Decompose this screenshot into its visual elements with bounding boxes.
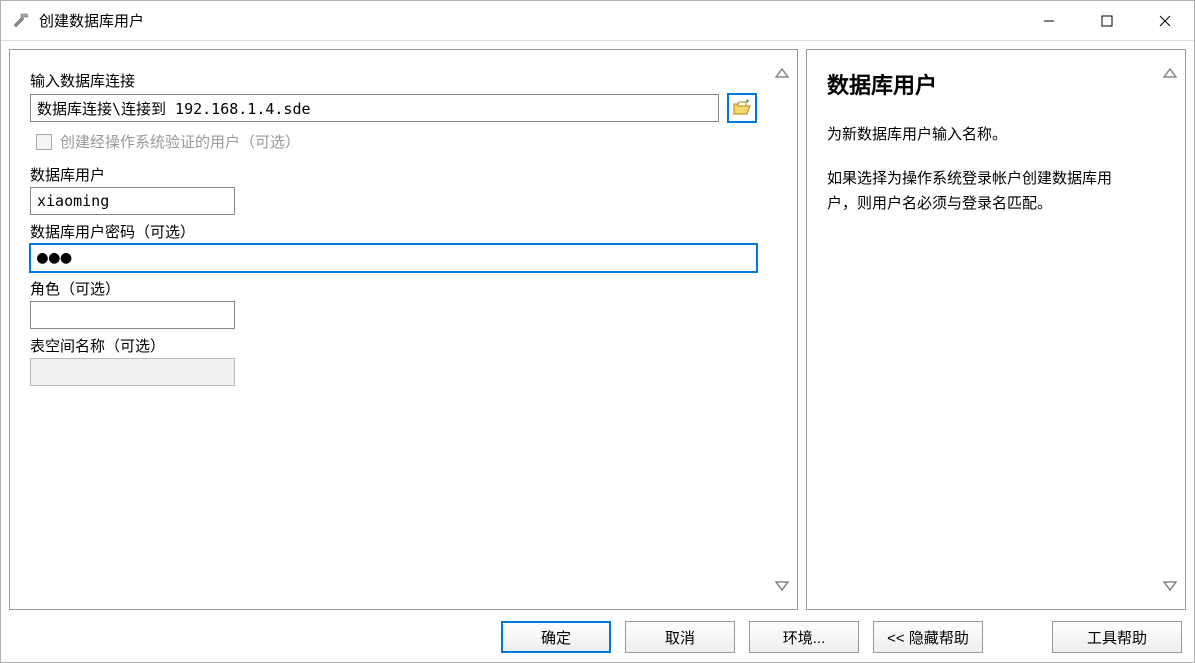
user-label: 数据库用户 bbox=[30, 164, 757, 185]
scroll-down-icon[interactable] bbox=[771, 575, 793, 597]
browse-button[interactable] bbox=[727, 93, 757, 123]
environments-button[interactable]: 环境... bbox=[749, 621, 859, 653]
tablespace-group: 表空间名称（可选） bbox=[30, 335, 757, 386]
user-input[interactable] bbox=[30, 187, 235, 215]
connection-row bbox=[30, 93, 757, 123]
password-input[interactable]: ●●● bbox=[30, 244, 757, 272]
help-content: 数据库用户 为新数据库用户输入名称。 如果选择为操作系统登录帐户创建数据库用户，… bbox=[807, 50, 1155, 609]
help-title: 数据库用户 bbox=[827, 68, 1135, 100]
tablespace-input[interactable] bbox=[30, 358, 235, 386]
ok-button[interactable]: 确定 bbox=[501, 621, 611, 653]
role-group: 角色（可选） bbox=[30, 278, 757, 329]
help-panel: 数据库用户 为新数据库用户输入名称。 如果选择为操作系统登录帐户创建数据库用户，… bbox=[806, 49, 1186, 610]
os-auth-label: 创建经操作系统验证的用户（可选） bbox=[60, 131, 300, 152]
os-auth-checkbox[interactable] bbox=[36, 134, 52, 150]
help-paragraph-1: 为新数据库用户输入名称。 bbox=[827, 122, 1135, 148]
tablespace-label: 表空间名称（可选） bbox=[30, 335, 757, 356]
role-label: 角色（可选） bbox=[30, 278, 757, 299]
password-group: 数据库用户密码（可选） ●●● bbox=[30, 221, 757, 272]
dialog-window: 创建数据库用户 输入数据库连接 bbox=[0, 0, 1195, 663]
os-auth-row: 创建经操作系统验证的用户（可选） bbox=[30, 131, 757, 152]
folder-open-icon bbox=[732, 99, 752, 117]
titlebar: 创建数据库用户 bbox=[1, 1, 1194, 41]
connection-group: 输入数据库连接 bbox=[30, 70, 757, 123]
button-bar: 确定 取消 环境... << 隐藏帮助 工具帮助 bbox=[1, 612, 1194, 662]
window-title: 创建数据库用户 bbox=[39, 10, 1020, 31]
close-button[interactable] bbox=[1136, 1, 1194, 40]
maximize-button[interactable] bbox=[1078, 1, 1136, 40]
tool-help-button[interactable]: 工具帮助 bbox=[1052, 621, 1182, 653]
password-label: 数据库用户密码（可选） bbox=[30, 221, 757, 242]
user-group: 数据库用户 bbox=[30, 164, 757, 215]
help-paragraph-2: 如果选择为操作系统登录帐户创建数据库用户，则用户名必须与登录名匹配。 bbox=[827, 166, 1135, 217]
scroll-up-icon[interactable] bbox=[1159, 62, 1181, 84]
connection-label: 输入数据库连接 bbox=[30, 70, 757, 91]
role-input[interactable] bbox=[30, 301, 235, 329]
scroll-down-icon[interactable] bbox=[1159, 575, 1181, 597]
cancel-button[interactable]: 取消 bbox=[625, 621, 735, 653]
scroll-up-icon[interactable] bbox=[771, 62, 793, 84]
form-panel: 输入数据库连接 创建经操作系统验证的 bbox=[9, 49, 798, 610]
hammer-icon bbox=[11, 11, 31, 31]
minimize-button[interactable] bbox=[1020, 1, 1078, 40]
right-scroll bbox=[1155, 50, 1185, 609]
window-controls bbox=[1020, 1, 1194, 40]
connection-input[interactable] bbox=[30, 94, 719, 122]
left-scroll bbox=[767, 50, 797, 609]
form-area: 输入数据库连接 创建经操作系统验证的 bbox=[10, 50, 767, 609]
content-area: 输入数据库连接 创建经操作系统验证的 bbox=[1, 41, 1194, 612]
hide-help-button[interactable]: << 隐藏帮助 bbox=[873, 621, 983, 653]
